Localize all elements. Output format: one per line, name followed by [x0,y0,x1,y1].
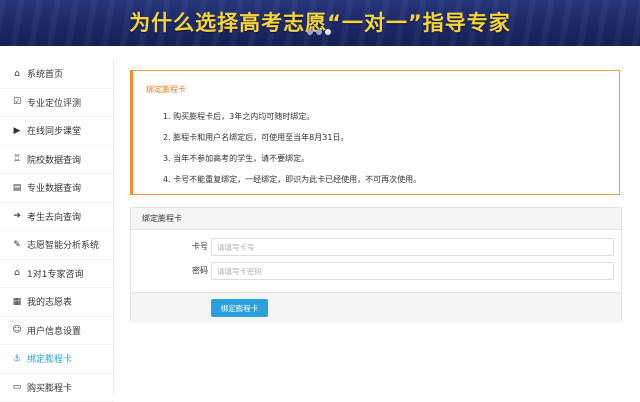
user-icon: ☺ [11,325,23,335]
sidebar-item-user-settings[interactable]: ☺ 用户信息设置 [0,317,113,346]
sidebar-item-buy-card[interactable]: ▭ 购买膨程卡 [0,374,113,402]
sidebar-item-major-query[interactable]: ▤ 专业数据查询 [0,174,113,203]
password-row: 密码 [131,262,621,280]
anchor-icon: ⚓ [11,354,23,364]
credit-card-icon: ▭ [11,382,23,392]
edit-icon: ✎ [11,240,23,250]
notice-item: 3. 当年不参加高考的学生，请不要绑定。 [163,153,421,174]
form-footer: 绑定膨程卡 [131,292,621,323]
notice-item: 1. 购买膨程卡后，3年之内均可随时绑定。 [163,111,421,132]
top-banner: 为什么选择高考志愿“一对一”指导专家 [0,0,640,46]
sidebar-item-label: 用户信息设置 [27,324,81,337]
sidebar-item-college-query[interactable]: ♖ 院校数据查询 [0,146,113,175]
sidebar-item-bind-card[interactable]: ⚓ 绑定膨程卡 [0,345,113,374]
sidebar-item-label: 购买膨程卡 [27,381,72,394]
bind-card-form: 绑定膨程卡 卡号 密码 绑定膨程卡 [130,207,622,323]
notice-list: 1. 购买膨程卡后，3年之内均可随时绑定。 2. 膨程卡和用户名绑定后，可使用至… [163,111,421,195]
notice-box: 绑定膨程卡 1. 购买膨程卡后，3年之内均可随时绑定。 2. 膨程卡和用户名绑定… [130,70,620,195]
password-label: 密码 [192,265,208,276]
password-input[interactable] [211,262,614,280]
card-number-row: 卡号 [131,238,621,256]
arrow-right-icon: ➔ [11,211,23,221]
checkbox-edit-icon: ☑ [11,97,23,107]
sidebar-item-my-wishlist[interactable]: ▦ 我的志愿表 [0,288,113,317]
notice-item: 4. 卡号不能重复绑定，一经绑定，即识为此卡已经使用，不可再次使用。 [163,174,421,195]
sidebar-item-home[interactable]: ⌂ 系统首页 [0,60,113,89]
book-icon: ▤ [11,183,23,193]
graduation-cap-icon: ⌂ [11,268,23,278]
sidebar-item-major-assessment[interactable]: ☑ 专业定位评测 [0,89,113,118]
carousel-dot-active[interactable] [325,29,331,35]
sidebar-item-expert-consult[interactable]: ⌂ 1对1专家咨询 [0,260,113,289]
institution-icon: ♖ [11,154,23,164]
bind-card-button[interactable]: 绑定膨程卡 [211,299,268,317]
sidebar-item-label: 院校数据查询 [27,153,81,166]
sidebar-item-label: 绑定膨程卡 [27,352,72,365]
card-number-input[interactable] [211,238,614,256]
sidebar: ⌂ 系统首页 ☑ 专业定位评测 ▶ 在线同步课堂 ♖ 院校数据查询 ▤ 专业数据… [0,60,114,394]
carousel-dot[interactable] [316,29,322,35]
video-icon: ▶ [11,126,23,136]
sidebar-item-label: 1对1专家咨询 [27,267,83,280]
form-heading: 绑定膨程卡 [131,208,621,230]
sidebar-item-label: 考生去向查询 [27,210,81,223]
table-icon: ▦ [11,297,23,307]
sidebar-item-label: 我的志愿表 [27,295,72,308]
sidebar-item-online-class[interactable]: ▶ 在线同步课堂 [0,117,113,146]
sidebar-item-label: 专业定位评测 [27,96,81,109]
sidebar-item-student-destination[interactable]: ➔ 考生去向查询 [0,203,113,232]
sidebar-item-label: 在线同步课堂 [27,124,81,137]
sidebar-item-label: 志愿智能分析系统 [27,238,99,251]
sidebar-item-smart-analysis[interactable]: ✎ 志愿智能分析系统 [0,231,113,260]
notice-title: 绑定膨程卡 [146,84,186,95]
sidebar-item-label: 专业数据查询 [27,181,81,194]
sidebar-item-label: 系统首页 [27,67,63,80]
home-icon: ⌂ [11,69,23,79]
carousel-dot[interactable] [307,29,313,35]
notice-item: 2. 膨程卡和用户名绑定后，可使用至当年8月31日。 [163,132,421,153]
card-number-label: 卡号 [192,241,208,252]
carousel-dots[interactable] [307,29,331,35]
